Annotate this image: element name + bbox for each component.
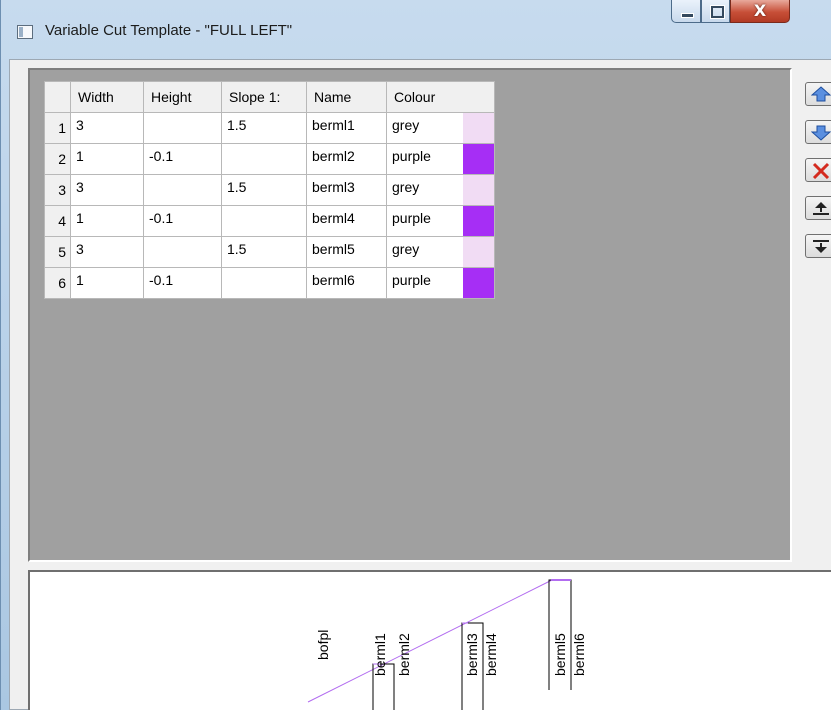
preview-label-berml5: berml5	[552, 633, 568, 676]
cell-slope[interactable]: 1.5	[221, 112, 307, 144]
cell-name[interactable]: berml1	[306, 112, 387, 144]
colour-swatch[interactable]	[463, 237, 494, 267]
colour-swatch[interactable]	[463, 268, 494, 298]
colour-swatch[interactable]	[463, 206, 494, 236]
arrow-up-icon	[811, 86, 831, 102]
cell-colour[interactable]: purple	[386, 267, 495, 299]
preview-label-bofpl: bofpl	[315, 630, 331, 660]
colour-name: grey	[392, 241, 420, 257]
cell-slope[interactable]: 1.5	[221, 236, 307, 268]
cut-profile-line	[307, 579, 553, 703]
cell-height[interactable]	[143, 236, 222, 268]
colour-cell-content: purple	[387, 144, 494, 174]
cell-height[interactable]: -0.1	[143, 205, 222, 237]
insert-below-button[interactable]	[805, 234, 831, 258]
colour-cell-content: purple	[387, 268, 494, 298]
window-app-icon	[17, 25, 33, 39]
column-header-width[interactable]: Width	[70, 81, 144, 113]
preview-label-berml6: berml6	[571, 633, 587, 676]
delete-row-button[interactable]	[805, 158, 831, 182]
cell-height[interactable]: -0.1	[143, 267, 222, 299]
insert-below-icon	[813, 240, 829, 253]
insert-above-icon	[813, 202, 829, 215]
cell-colour[interactable]: grey	[386, 112, 495, 144]
cell-name[interactable]: berml2	[306, 143, 387, 175]
grid-header-row: Width Height Slope 1: Name Colour	[44, 81, 495, 113]
cell-slope[interactable]	[221, 143, 307, 175]
colour-swatch[interactable]	[463, 113, 494, 143]
cell-height[interactable]	[143, 112, 222, 144]
preview-label-berml2: berml2	[396, 633, 412, 676]
table-row[interactable]: 4 1 -0.1 berml4 purple	[44, 205, 495, 237]
colour-name: grey	[392, 179, 420, 195]
colour-swatch[interactable]	[463, 144, 494, 174]
colour-name: grey	[392, 117, 420, 133]
section-preview-panel: bofpl berml1 berml2 berml3 berml4 berml5…	[28, 570, 831, 710]
colour-cell-content: grey	[387, 175, 494, 205]
table-row[interactable]: 3 3 1.5 berml3 grey	[44, 174, 495, 206]
colour-name: purple	[392, 210, 431, 226]
cell-colour[interactable]: grey	[386, 174, 495, 206]
cell-colour[interactable]: purple	[386, 143, 495, 175]
template-grid-panel: Width Height Slope 1: Name Colour 1 3 1.5 b…	[28, 68, 792, 562]
cell-name[interactable]: berml3	[306, 174, 387, 206]
minimize-button[interactable]	[671, 0, 701, 23]
close-button[interactable]: X	[730, 0, 790, 23]
table-row[interactable]: 2 1 -0.1 berml2 purple	[44, 143, 495, 175]
move-up-button[interactable]	[805, 82, 831, 106]
cell-height[interactable]	[143, 174, 222, 206]
column-header-slope[interactable]: Slope 1:	[221, 81, 307, 113]
cell-name[interactable]: berml5	[306, 236, 387, 268]
maximize-button[interactable]	[701, 0, 730, 23]
cell-width[interactable]: 3	[70, 236, 144, 268]
colour-name: purple	[392, 272, 431, 288]
colour-cell-content: purple	[387, 206, 494, 236]
cell-name[interactable]: berml4	[306, 205, 387, 237]
insert-above-button[interactable]	[805, 196, 831, 220]
cell-slope[interactable]: 1.5	[221, 174, 307, 206]
section-preview-canvas: bofpl berml1 berml2 berml3 berml4 berml5…	[307, 579, 587, 710]
cell-width[interactable]: 3	[70, 174, 144, 206]
cell-colour[interactable]: grey	[386, 236, 495, 268]
grid-body: 1 3 1.5 berml1 grey 2 1 -0.1 berml2 purple 3 3 1.5 be…	[44, 112, 495, 299]
move-down-button[interactable]	[805, 120, 831, 144]
cell-slope[interactable]	[221, 267, 307, 299]
cell-height[interactable]: -0.1	[143, 143, 222, 175]
cell-width[interactable]: 1	[70, 267, 144, 299]
table-row[interactable]: 1 3 1.5 berml1 grey	[44, 112, 495, 144]
column-header-name[interactable]: Name	[306, 81, 387, 113]
cell-width[interactable]: 3	[70, 112, 144, 144]
delete-x-icon	[812, 162, 830, 179]
application-window: Variable Cut Template - "FULL LEFT" X Wi…	[0, 0, 831, 710]
colour-name: purple	[392, 148, 431, 164]
title-bar[interactable]: Variable Cut Template - "FULL LEFT" X	[1, 0, 831, 60]
colour-swatch[interactable]	[463, 175, 494, 205]
preview-label-berml1: berml1	[372, 633, 388, 676]
row-number-cell[interactable]: 3	[44, 174, 71, 206]
preview-label-berml3: berml3	[464, 633, 480, 676]
cell-name[interactable]: berml6	[306, 267, 387, 299]
table-row[interactable]: 5 3 1.5 berml5 grey	[44, 236, 495, 268]
window-title: Variable Cut Template - "FULL LEFT"	[45, 22, 293, 39]
row-number-cell[interactable]: 2	[44, 143, 71, 175]
grid-corner-cell[interactable]	[44, 81, 71, 113]
preview-label-berml4: berml4	[483, 633, 499, 676]
row-number-cell[interactable]: 5	[44, 236, 71, 268]
row-number-cell[interactable]: 4	[44, 205, 71, 237]
close-icon: X	[753, 1, 767, 20]
cell-slope[interactable]	[221, 205, 307, 237]
row-number-cell[interactable]: 1	[44, 112, 71, 144]
caption-buttons: X	[663, 0, 831, 26]
table-row[interactable]: 6 1 -0.1 berml6 purple	[44, 267, 495, 299]
colour-cell-content: grey	[387, 113, 494, 143]
colour-cell-content: grey	[387, 237, 494, 267]
cell-colour[interactable]: purple	[386, 205, 495, 237]
row-number-cell[interactable]: 6	[44, 267, 71, 299]
cell-width[interactable]: 1	[70, 143, 144, 175]
template-grid: Width Height Slope 1: Name Colour 1 3 1.5 b…	[44, 81, 495, 299]
cell-width[interactable]: 1	[70, 205, 144, 237]
column-header-colour[interactable]: Colour	[386, 81, 495, 113]
column-header-height[interactable]: Height	[143, 81, 222, 113]
arrow-down-icon	[811, 125, 831, 141]
